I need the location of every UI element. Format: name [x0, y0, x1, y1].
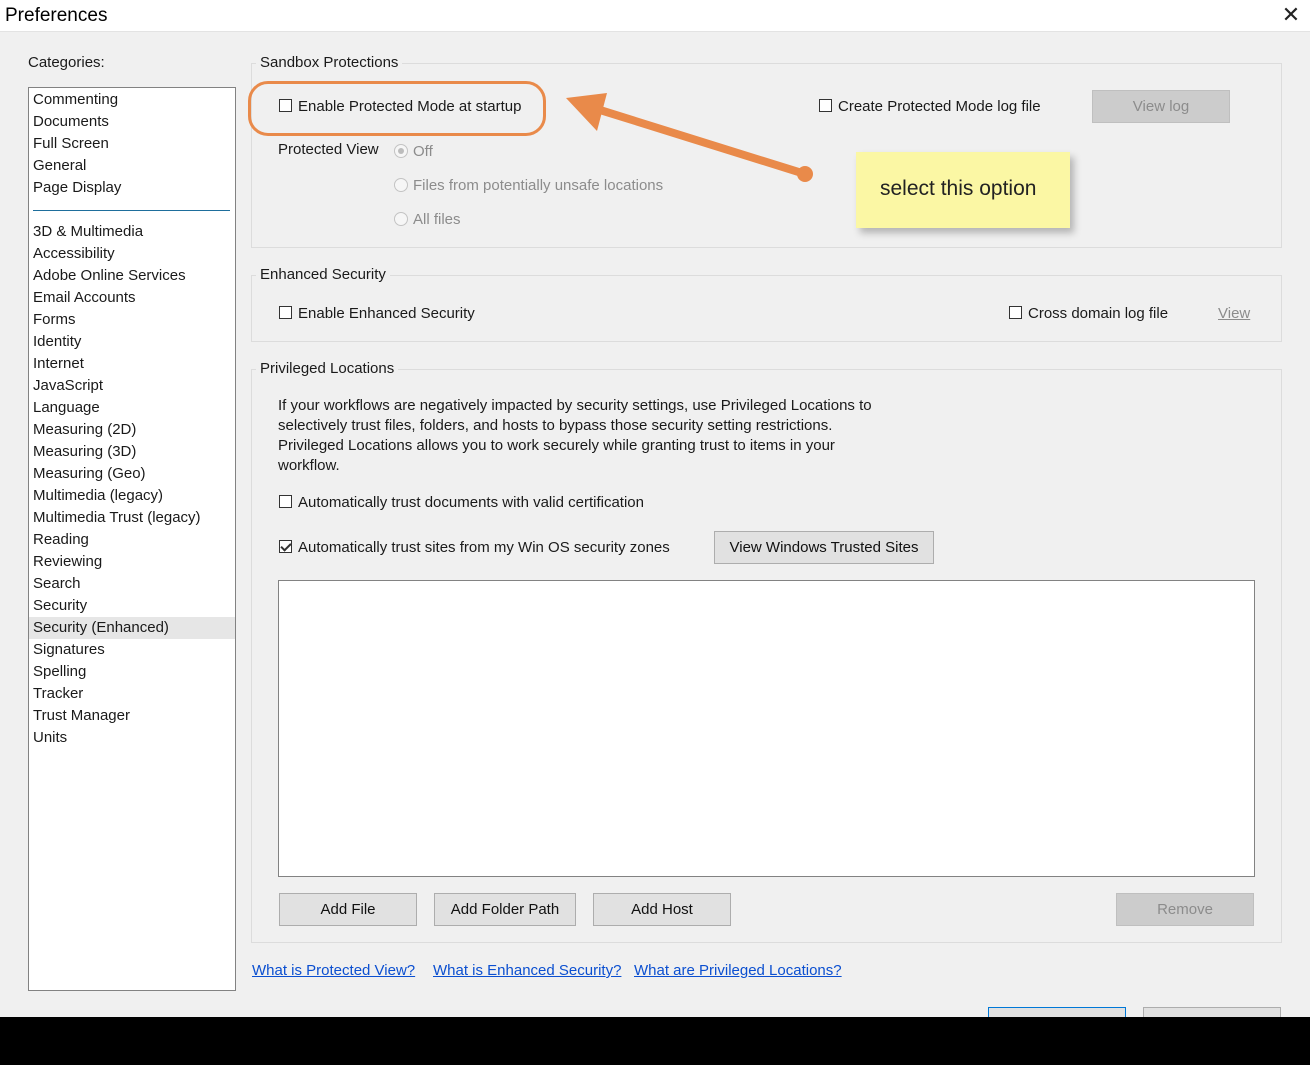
trust-certified-docs-label[interactable]: Automatically trust documents with valid…: [298, 494, 644, 511]
category-item[interactable]: Measuring (2D): [29, 419, 235, 441]
create-log-checkbox[interactable]: [819, 99, 832, 112]
category-item[interactable]: Accessibility: [29, 243, 235, 265]
cross-domain-label[interactable]: Cross domain log file: [1028, 305, 1168, 322]
title-bar: Preferences ✕: [0, 0, 1310, 32]
category-item[interactable]: Trust Manager: [29, 705, 235, 727]
protected-view-off-radio[interactable]: [394, 144, 408, 158]
category-item[interactable]: Documents: [29, 111, 235, 133]
view-log-button[interactable]: View log: [1092, 90, 1230, 123]
enable-protected-mode-label[interactable]: Enable Protected Mode at startup: [298, 98, 521, 115]
protected-view-all-label[interactable]: All files: [413, 211, 461, 228]
category-item[interactable]: Signatures: [29, 639, 235, 661]
ok-button[interactable]: [988, 1007, 1126, 1017]
category-item[interactable]: Measuring (Geo): [29, 463, 235, 485]
protected-view-unsafe-radio[interactable]: [394, 178, 408, 192]
cancel-button[interactable]: [1143, 1007, 1281, 1017]
enable-protected-mode-checkbox[interactable]: [279, 99, 292, 112]
what-is-enhanced-security-link[interactable]: What is Enhanced Security?: [433, 962, 621, 979]
privileged-description-line: selectively trust files, folders, and ho…: [278, 417, 833, 434]
privileged-description-line: If your workflows are negatively impacte…: [278, 397, 872, 414]
category-item[interactable]: JavaScript: [29, 375, 235, 397]
trust-os-zones-label[interactable]: Automatically trust sites from my Win OS…: [298, 539, 670, 556]
enable-enhanced-security-checkbox[interactable]: [279, 306, 292, 319]
category-item[interactable]: Internet: [29, 353, 235, 375]
category-item[interactable]: Language: [29, 397, 235, 419]
category-item[interactable]: Multimedia Trust (legacy): [29, 507, 235, 529]
category-item[interactable]: Search: [29, 573, 235, 595]
what-are-privileged-locations-link[interactable]: What are Privileged Locations?: [634, 962, 842, 979]
category-item[interactable]: Identity: [29, 331, 235, 353]
trust-os-zones-checkbox[interactable]: [279, 540, 292, 553]
trust-certified-docs-checkbox[interactable]: [279, 495, 292, 508]
privileged-description-line: Privileged Locations allows you to work …: [278, 437, 835, 454]
protected-view-label: Protected View: [278, 141, 379, 158]
enhanced-security-title: Enhanced Security: [256, 266, 390, 283]
category-item[interactable]: Full Screen: [29, 133, 235, 155]
remove-button[interactable]: Remove: [1116, 893, 1254, 926]
category-item-selected[interactable]: Security (Enhanced): [29, 617, 235, 639]
close-icon[interactable]: ✕: [1278, 2, 1304, 28]
category-item[interactable]: Email Accounts: [29, 287, 235, 309]
category-item[interactable]: Tracker: [29, 683, 235, 705]
category-item[interactable]: Adobe Online Services: [29, 265, 235, 287]
add-file-button[interactable]: Add File: [279, 893, 417, 926]
create-log-label[interactable]: Create Protected Mode log file: [838, 98, 1041, 115]
annotation-note: select this option: [856, 152, 1070, 228]
protected-view-unsafe-label[interactable]: Files from potentially unsafe locations: [413, 177, 663, 194]
category-item[interactable]: Forms: [29, 309, 235, 331]
protected-view-all-radio[interactable]: [394, 212, 408, 226]
category-item[interactable]: Reviewing: [29, 551, 235, 573]
dialog-title: Preferences: [5, 5, 108, 26]
category-separator: [33, 210, 230, 211]
annotation-note-text: select this option: [880, 177, 1037, 200]
categories-list[interactable]: Commenting Documents Full Screen General…: [28, 87, 236, 991]
privileged-locations-title: Privileged Locations: [256, 360, 399, 377]
protected-view-off-label[interactable]: Off: [413, 143, 433, 160]
preferences-dialog: Preferences ✕ Categories: Commenting Doc…: [0, 0, 1310, 1017]
privileged-description-line: workflow.: [278, 457, 340, 474]
what-is-protected-view-link[interactable]: What is Protected View?: [252, 962, 415, 979]
category-item[interactable]: Security: [29, 595, 235, 617]
category-item[interactable]: 3D & Multimedia: [29, 221, 235, 243]
view-windows-trusted-sites-button[interactable]: View Windows Trusted Sites: [714, 531, 934, 564]
category-item[interactable]: Units: [29, 727, 235, 749]
category-item[interactable]: Multimedia (legacy): [29, 485, 235, 507]
category-item[interactable]: Spelling: [29, 661, 235, 683]
privileged-locations-list[interactable]: [278, 580, 1255, 877]
category-item[interactable]: General: [29, 155, 235, 177]
enable-enhanced-security-label[interactable]: Enable Enhanced Security: [298, 305, 475, 322]
cross-domain-checkbox[interactable]: [1009, 306, 1022, 319]
categories-label: Categories:: [28, 54, 105, 71]
add-folder-path-button[interactable]: Add Folder Path: [434, 893, 576, 926]
category-item[interactable]: Measuring (3D): [29, 441, 235, 463]
category-item[interactable]: Page Display: [29, 177, 235, 199]
category-item[interactable]: Reading: [29, 529, 235, 551]
cross-domain-view-link[interactable]: View: [1218, 305, 1250, 322]
add-host-button[interactable]: Add Host: [593, 893, 731, 926]
sandbox-protections-title: Sandbox Protections: [256, 54, 403, 71]
category-item[interactable]: Commenting: [29, 89, 235, 111]
